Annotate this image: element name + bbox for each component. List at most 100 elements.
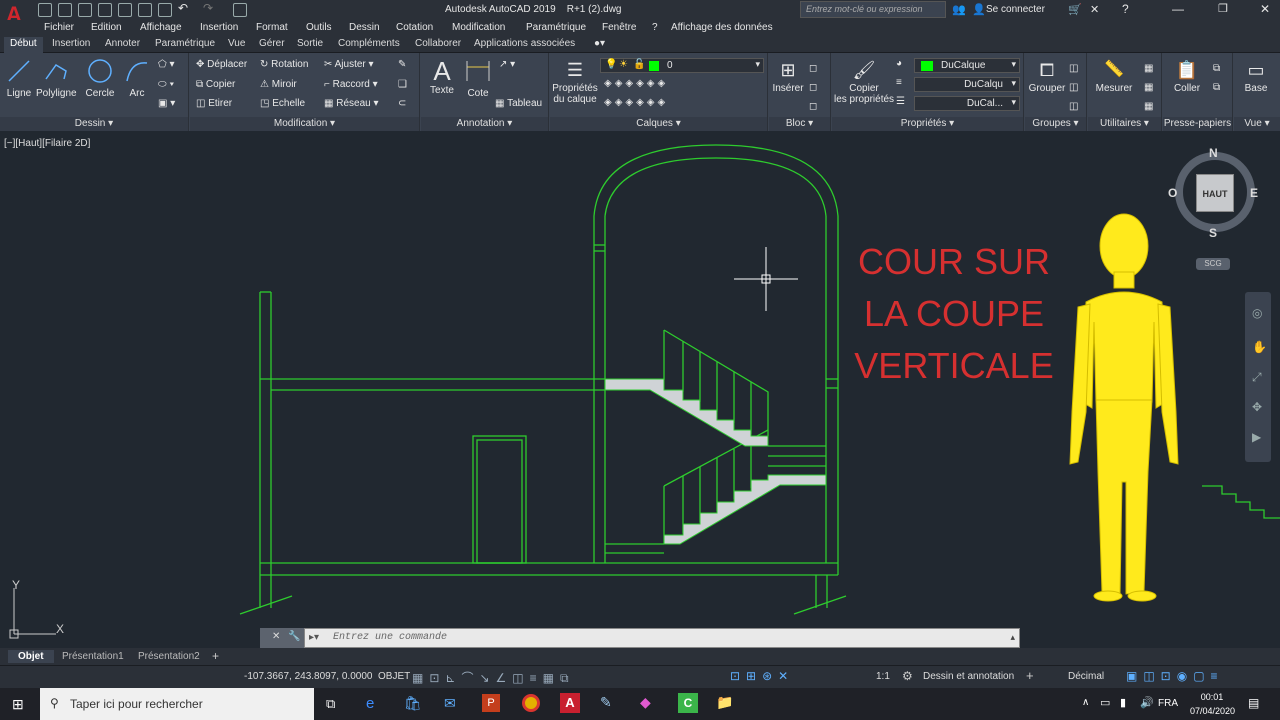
tab-complements[interactable]: Compléments — [338, 38, 400, 49]
autocad-taskbar-icon[interactable]: A — [560, 693, 580, 713]
reseau-button[interactable]: ▦ Réseau ▾ — [324, 98, 379, 109]
lineweight-icon[interactable]: ≡ — [896, 77, 902, 88]
sketchup-icon[interactable]: ✎ — [600, 694, 612, 711]
status-right-icons[interactable]: ▣◫⊡◉▢≡ — [1126, 669, 1224, 683]
panel-modification-title[interactable]: Modification ▾ — [190, 117, 419, 131]
search-input[interactable]: Entrez mot-clé ou expression — [806, 4, 923, 14]
ucs-menu[interactable]: SCG — [1196, 258, 1230, 270]
menu-insertion[interactable]: Insertion — [200, 22, 238, 33]
mesurer-button[interactable]: 📏 Mesurer — [1094, 57, 1134, 94]
layer-tools-row1[interactable]: ◈◈◈◈◈◈ — [604, 78, 668, 89]
workspace-switch[interactable]: Dessin et annotation — [923, 671, 1014, 682]
maps-icon[interactable]: ◆ — [640, 694, 651, 711]
ajuster-button[interactable]: ✂ Ajuster ▾ — [324, 59, 374, 70]
print-icon[interactable] — [158, 3, 172, 17]
showmotion-icon[interactable]: ▶ — [1252, 430, 1261, 444]
color-wheel-icon[interactable]: ◕ — [896, 58, 902, 69]
tab-parametrique[interactable]: Paramétrique — [155, 38, 215, 49]
save-icon[interactable] — [78, 3, 92, 17]
tab-presentation1[interactable]: Présentation1 — [62, 651, 124, 662]
task-view-icon[interactable]: ⧉ — [326, 696, 335, 712]
menu-fenetre[interactable]: Fenêtre — [602, 22, 636, 33]
menu-outils[interactable]: Outils — [306, 22, 332, 33]
restore-icon[interactable]: ❐ — [1218, 2, 1228, 15]
linetype-dropdown[interactable]: DuCal... ▾ — [914, 96, 1020, 111]
menu-edition[interactable]: Edition — [91, 22, 122, 33]
annotation-scale[interactable]: 1:1 — [876, 671, 890, 682]
menu-fichier[interactable]: Fichier — [44, 22, 74, 33]
copy-properties-button[interactable]: 🖌 Copier les propriétés — [834, 57, 894, 105]
units-display[interactable]: Décimal — [1068, 671, 1104, 682]
lineweight-dropdown[interactable]: DuCalqu ▾ — [914, 77, 1020, 92]
tab-debut[interactable]: Début — [4, 37, 43, 53]
tray-volume-icon[interactable]: 🔊 — [1140, 696, 1154, 709]
linetype-icon[interactable]: ☰ — [896, 96, 905, 107]
tableau-button[interactable]: ▦ Tableau — [495, 98, 542, 109]
arc-button[interactable]: Arc — [122, 57, 152, 99]
inserer-button[interactable]: ⊞ Insérer — [771, 57, 805, 94]
plus-icon[interactable]: + — [1026, 668, 1034, 683]
layer-properties-button[interactable]: ☰ Propriétés du calque — [552, 57, 598, 105]
block-tools-icon[interactable]: ◻ ◻ ◻ — [809, 59, 817, 116]
edge-icon[interactable]: e — [366, 695, 374, 712]
connect-button[interactable]: Se connecter — [986, 4, 1045, 15]
tab-collaborer[interactable]: Collaborer — [415, 38, 461, 49]
panel-vue-title[interactable]: Vue ▾ — [1234, 117, 1280, 131]
leader-icon[interactable]: ↗ ▾ — [499, 59, 515, 70]
save-as-icon[interactable] — [98, 3, 112, 17]
file-explorer-icon[interactable]: 📁 — [716, 694, 733, 711]
tab-vue[interactable]: Vue — [228, 38, 245, 49]
texte-button[interactable]: A Texte — [425, 57, 459, 96]
open-icon[interactable] — [58, 3, 72, 17]
gear-icon[interactable]: ⚙ — [902, 669, 913, 683]
open-web-icon[interactable] — [118, 3, 132, 17]
base-button[interactable]: ▭ Base — [1236, 57, 1276, 94]
close-icon[interactable]: ✕ — [272, 631, 280, 642]
raccord-button[interactable]: ⌐ Raccord ▾ — [324, 79, 378, 90]
user-icon[interactable]: 👤 — [972, 3, 986, 16]
powerpoint-icon[interactable]: P — [482, 694, 500, 712]
save-web-icon[interactable] — [138, 3, 152, 17]
polyligne-button[interactable]: Polyligne — [36, 57, 77, 99]
panel-bloc-title[interactable]: Bloc ▾ — [769, 117, 830, 131]
menu-affichage[interactable]: Affichage — [140, 22, 182, 33]
menu-dessin[interactable]: Dessin — [349, 22, 380, 33]
menu-help[interactable]: ? — [652, 22, 658, 33]
echelle-button[interactable]: ◳ Echelle — [260, 98, 305, 109]
tab-sortie[interactable]: Sortie — [297, 38, 323, 49]
windows-start-icon[interactable]: ⊞ — [12, 696, 24, 713]
status-toggles-icon[interactable]: ▦⊡⊾⌒↘∠◫≡▦⧉ — [412, 669, 575, 686]
redo-icon[interactable]: ↷ — [203, 1, 213, 15]
command-history-icon[interactable]: ▴ — [1010, 632, 1015, 643]
add-layout-icon[interactable]: + — [212, 649, 219, 663]
cart-icon[interactable]: 🛒 — [1068, 3, 1082, 16]
taskbar-search[interactable]: ⚲ Taper ici pour rechercher — [40, 688, 314, 720]
viewcube-face[interactable]: HAUT — [1196, 174, 1234, 212]
help-icon[interactable]: ? — [1122, 2, 1129, 16]
ribbon-toggle-icon[interactable]: ●▾ — [594, 38, 605, 49]
tray-battery-icon[interactable]: ▮ — [1120, 696, 1126, 709]
annotation-text[interactable]: COUR SUR LA COUPE VERTICALE — [852, 236, 1056, 392]
layer-tools-row2[interactable]: ◈◈◈◈◈◈ — [604, 97, 668, 108]
tab-objet[interactable]: Objet — [8, 650, 54, 663]
etirer-button[interactable]: ◫ Etirer — [196, 98, 232, 109]
clock[interactable]: 00:01 07/04/2020 — [1190, 690, 1235, 718]
tab-gerer[interactable]: Gérer — [259, 38, 285, 49]
exchange-icon[interactable]: ✕ — [1090, 3, 1099, 16]
utility-tools-icon[interactable]: ▦ ▦ ▦ — [1144, 59, 1153, 116]
panel-calques-title[interactable]: Calques ▾ — [550, 117, 767, 131]
group-tools-icon[interactable]: ◫ ◫ ◫ — [1069, 59, 1078, 116]
command-bar-handle[interactable]: ✕ 🔧 — [260, 628, 304, 648]
panel-groupes-title[interactable]: Groupes ▾ — [1025, 117, 1086, 131]
cote-button[interactable]: Cote — [461, 57, 495, 99]
compass-e[interactable]: E — [1250, 186, 1258, 200]
orbit-icon[interactable]: ✥ — [1252, 400, 1262, 414]
grouper-button[interactable]: ⧠ Grouper — [1027, 57, 1067, 94]
tab-annoter[interactable]: Annoter — [105, 38, 140, 49]
quick-access-toolbar[interactable]: ↶ ↷ — [38, 1, 258, 17]
copier-button[interactable]: ⧉ Copier — [196, 79, 235, 90]
objet-toggle[interactable]: OBJET — [378, 671, 410, 682]
wrench-icon[interactable]: 🔧 — [288, 631, 300, 642]
polygon-icon[interactable]: ⬠ ▾ — [158, 59, 175, 70]
ligne-button[interactable]: Ligne — [4, 57, 34, 99]
